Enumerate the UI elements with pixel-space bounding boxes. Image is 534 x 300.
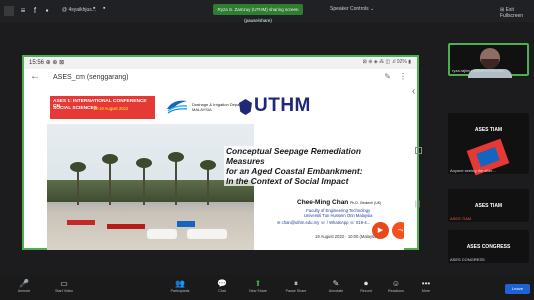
more-label: More (421, 289, 431, 293)
back-arrow-icon[interactable]: ← (30, 71, 40, 82)
palm-trunk (175, 155, 177, 205)
participants-button[interactable]: 👥 Participants (164, 278, 196, 293)
participant-display-name: ASES TIAM (474, 127, 503, 133)
participant-name: Anyone seeing the slide... (450, 168, 496, 173)
menu-bars-icon[interactable]: ||| (415, 201, 420, 208)
phone-time: 15:56 ⊕ ⊕ ⊠ (29, 60, 65, 66)
sandbag (187, 229, 227, 239)
participant-tile[interactable]: ryza.rajimunn@uthm.edu.my (448, 43, 529, 78)
new-share-label: New Share (249, 289, 267, 293)
participant-tile[interactable]: Anyone seeing the slide... (448, 138, 529, 176)
start-video-button[interactable]: ▭ Start Video (48, 278, 80, 293)
author-contact: ✉ chan@uthm.edu.my ☏ / WhatsApp ☏ 019-4.… (277, 220, 371, 225)
reactions-button[interactable]: ☺ Reactions (380, 278, 412, 293)
grid-icon[interactable]: ▪ (42, 6, 52, 16)
app-title: ASES_cm (senggarang) (53, 74, 129, 81)
presentation-date: 19 August 2022 · 10:00 (Malaysia) (315, 234, 379, 239)
edit-pencil-icon[interactable]: ✎ (384, 72, 391, 81)
participants-label: Participants (170, 289, 190, 293)
record-label: Record (360, 289, 372, 293)
blue-tarp (177, 221, 195, 227)
chat-icon: 💬 (217, 279, 227, 288)
participant-display-name: ASES CONGRESS (466, 244, 511, 250)
coastal-embankment-photo (47, 124, 254, 250)
uthm-logo: UTHM (254, 95, 311, 116)
video-camera-icon: ▭ (60, 279, 68, 288)
pause-share-label: Pause Share (285, 289, 307, 293)
slide-title: Conceptual Seepage Remediation Measures … (224, 146, 399, 186)
f-icon[interactable]: f (30, 6, 40, 16)
more-button[interactable]: ••• More (410, 278, 442, 293)
next-slide-chevron-icon[interactable]: ‹ (412, 86, 415, 97)
leave-meeting-button[interactable]: Leave (505, 284, 530, 294)
menu-icon[interactable]: ≡ (18, 6, 28, 16)
pause-share-button[interactable]: ⏸ Pause Share (280, 278, 312, 293)
author-name-text: Chee-Ming Chan (297, 199, 349, 206)
presentation-slide: ASES 1: INTERNATIONAL CONFERENCE ON SOCI… (47, 94, 404, 250)
drainage-department-logo (167, 100, 188, 114)
slide-title-line3: In the Context of Social Impact (224, 176, 399, 186)
participant-tile[interactable]: ASES CONGRESS ASES CONGRESS (448, 230, 529, 263)
red-boat (107, 224, 145, 229)
share-node-button[interactable]: ⤳ (392, 222, 404, 239)
share-screen-icon: ⬆ (254, 279, 262, 288)
more-vertical-icon[interactable]: ⋮ (399, 72, 407, 81)
slide-title-line2: for an Aged Coastal Embankment: (224, 166, 399, 176)
palm-fronds (168, 152, 184, 162)
meeting-toolbar: 🎤 Unmute ▭ Start Video 👥 Participants 💬 … (0, 275, 534, 300)
start-video-label: Start Video (55, 289, 73, 293)
phone-system-icons: ⊠ ⊕ ◈ ⁂ ◫ .ıl 92% ▮ (362, 59, 411, 65)
reactions-label: Reactions (388, 289, 404, 293)
conference-title-line2: SOCIAL SCIENCES (53, 106, 97, 111)
author-affiliation: Faculty of Engineering Technology Univer… (304, 208, 372, 218)
phone-status-bar: 15:56 ⊕ ⊕ ⊠ ⊠ ⊕ ◈ ⁂ ◫ .ıl 92% ▮ (24, 57, 417, 69)
speaker-controls-button[interactable]: Speaker Controls ⌄ (330, 6, 374, 12)
more-dots-icon: ••• (421, 279, 431, 288)
microphone-icon: 🎤 (19, 279, 29, 288)
reactions-icon: ☺ (391, 279, 401, 288)
palm-fronds (102, 154, 118, 164)
exit-fullscreen-button[interactable]: ⊞ Exit Fullscreen (500, 7, 534, 19)
chat-label: Chat (218, 289, 226, 293)
participant-name: ryza.rajimunn@uthm.edu.my (452, 68, 504, 73)
recent-apps-icon[interactable] (415, 147, 422, 154)
browser-tab-title[interactable]: @ 4syaikhjus... (62, 7, 96, 13)
record-video-button[interactable]: ▶ (372, 222, 389, 239)
meeting-top-bar: ≡ f ▪ @ 4syaikhjus... ▪ ▪ Ryza S. Zamzuy… (0, 0, 534, 23)
red-boat (67, 220, 95, 225)
author-degree: Ph.D. Geotech (UK) (350, 201, 382, 205)
record-button[interactable]: ⏺ Record (350, 278, 382, 293)
palm-fronds (200, 160, 216, 170)
annotate-label: Annotate (328, 289, 344, 293)
palm-trunk (109, 157, 111, 205)
screen-share-banner[interactable]: Ryza S. Zamzuy (UTHM) sharing screen (pa… (213, 4, 303, 23)
participant-display-name: ASES TIAM (474, 203, 503, 209)
pause-icon: ⏸ (294, 279, 298, 288)
department-line2: MALAYSIA (192, 107, 212, 112)
unmute-label: Unmute (17, 289, 31, 293)
tab-close-icon[interactable]: ▪ (93, 5, 95, 12)
annotate-pencil-icon: ✎ (332, 279, 340, 288)
new-share-button[interactable]: ⬆ New Share (242, 278, 274, 293)
palm-fronds (70, 162, 86, 172)
author-name: Chee-Ming Chan Ph.D. Geotech (UK) (297, 199, 381, 206)
slide-title-line1: Conceptual Seepage Remediation Measures (224, 146, 399, 166)
chat-button[interactable]: 💬 Chat (206, 278, 238, 293)
annotate-button[interactable]: ✎ Annotate (320, 278, 352, 293)
unmute-button[interactable]: 🎤 Unmute (8, 278, 40, 293)
participant-name: ASES TIAM (450, 216, 472, 221)
participant-tile[interactable]: ASES TIAM ASES TIAM (448, 189, 529, 222)
participants-icon: 👥 (175, 279, 185, 288)
app-icon (4, 6, 14, 16)
record-icon: ⏺ (364, 279, 368, 288)
tab-dot-icon[interactable]: ▪ (103, 5, 105, 12)
shared-screen: 15:56 ⊕ ⊕ ⊠ ⊠ ⊕ ◈ ⁂ ◫ .ıl 92% ▮ ← ASES_c… (22, 55, 419, 250)
faculty-line2: Universiti Tun Hussein Onn Malaysia (304, 213, 373, 218)
app-header: ← ASES_cm (senggarang) ✎ ⋮ (24, 69, 417, 87)
participant-name: ASES CONGRESS (450, 257, 485, 262)
conference-dates: 18-19 August 2022 (93, 106, 129, 111)
conference-banner: ASES 1: INTERNATIONAL CONFERENCE ON SOCI… (50, 96, 155, 119)
sandbag (147, 229, 177, 239)
palm-fronds (136, 158, 152, 168)
